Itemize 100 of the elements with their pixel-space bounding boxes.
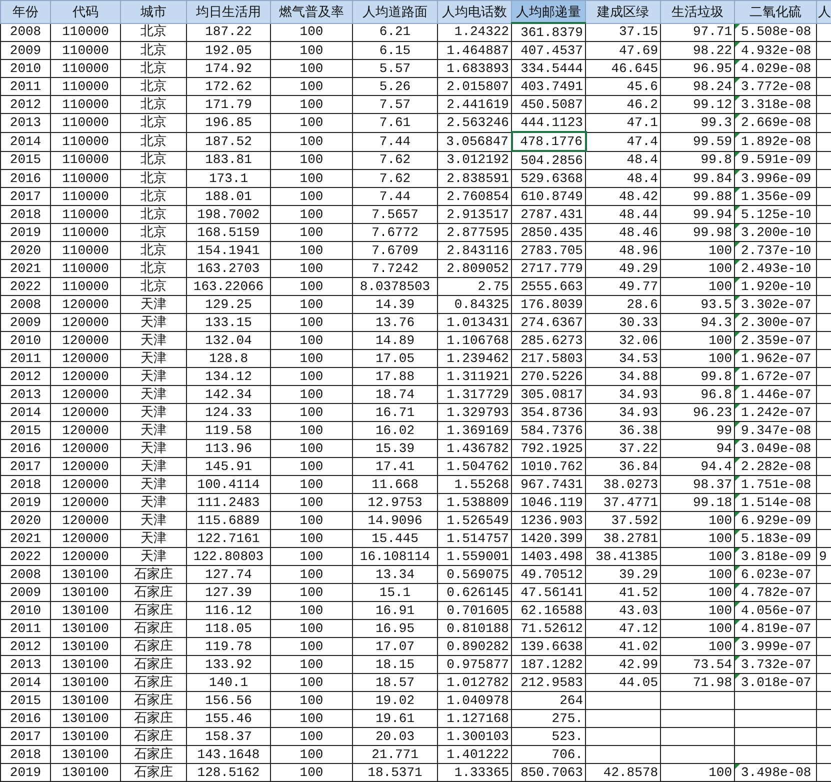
table-cell: 北京 [120, 78, 186, 96]
table-cell: 28.6 [586, 296, 660, 314]
table-cell: 石家庄 [120, 728, 186, 746]
table-cell: 100 [270, 386, 352, 404]
column-header[interactable]: 燃气普及率 [270, 0, 352, 23]
table-cell: 127.39 [186, 584, 270, 602]
table-cell: 110000 [50, 42, 120, 60]
table-cell: 2.877595 [438, 224, 512, 242]
table-cell: 49.29 [586, 260, 660, 278]
table-cell: 21.771 [352, 746, 438, 764]
table-cell: 7.44 [352, 132, 438, 151]
table-cell: 100 [660, 332, 734, 350]
column-header[interactable]: 人 [816, 0, 831, 23]
table-cell: 34.88 [586, 368, 660, 386]
table-cell: 2018 [0, 746, 50, 764]
table-cell: 100 [270, 332, 352, 350]
table-cell: 37.592 [586, 512, 660, 530]
column-header[interactable]: 均日生活用 [186, 0, 270, 23]
table-cell: 7.62 [352, 170, 438, 188]
column-header[interactable]: 建成区绿 [586, 0, 660, 23]
table-cell: 6.21 [352, 23, 438, 42]
table-cell: 100 [660, 530, 734, 548]
table-cell: 17.41 [352, 458, 438, 476]
table-cell: 14.9096 [352, 512, 438, 530]
table-cell: 100 [660, 602, 734, 620]
column-header[interactable]: 代码 [50, 0, 120, 23]
table-cell: 14.39 [352, 296, 438, 314]
table-cell: 171.79 [186, 96, 270, 114]
table-cell: 17.05 [352, 350, 438, 368]
table-cell: 天津 [120, 494, 186, 512]
table-cell: 176.8039 [512, 296, 586, 314]
table-cell: 99.84 [660, 170, 734, 188]
table-cell: 110000 [50, 96, 120, 114]
table-cell: 850.7063 [512, 764, 586, 782]
table-cell: 610.8749 [512, 188, 586, 206]
error-flag-icon [736, 96, 740, 101]
table-cell: 4.029e-08 [741, 60, 812, 76]
table-cell: 7.61 [352, 114, 438, 132]
table-cell: 1.242e-07 [741, 404, 812, 420]
table-cell: 99.18 [660, 494, 734, 512]
table-cell: 3.732e-07 [741, 656, 812, 672]
column-header[interactable]: 人均电话数 [438, 0, 512, 23]
table-cell: 2011 [0, 350, 50, 368]
table-cell: 11.668 [352, 476, 438, 494]
table-cell: 天津 [120, 368, 186, 386]
table-cell: 96.23 [660, 404, 734, 422]
table-cell: 100 [270, 656, 352, 674]
table-cell: 73.54 [660, 656, 734, 674]
table-cell: 47.12 [586, 620, 660, 638]
table-cell: 2019 [0, 494, 50, 512]
table-cell: 100 [270, 350, 352, 368]
table-cell: 100 [270, 422, 352, 440]
table-cell: 168.5159 [186, 224, 270, 242]
table-cell: 163.22066 [186, 278, 270, 296]
table-cell: 1.526549 [438, 512, 512, 530]
table-cell: 99.98 [660, 224, 734, 242]
table-cell: 北京 [120, 23, 186, 42]
table-cell: 174.92 [186, 60, 270, 78]
table-cell: 石家庄 [120, 638, 186, 656]
table-cell: 48.4 [586, 151, 660, 170]
table-cell: 15.39 [352, 440, 438, 458]
table-cell: 3.302e-07 [741, 296, 812, 312]
table-cell: 天津 [120, 476, 186, 494]
table-cell: 98.24 [660, 78, 734, 96]
table-cell: 1.436782 [438, 440, 512, 458]
table-cell: 13.34 [352, 566, 438, 584]
table-cell: 127.74 [186, 566, 270, 584]
table-cell: 4.932e-08 [741, 42, 812, 58]
table-cell: 2.015807 [438, 78, 512, 96]
table-cell: 1.683893 [438, 60, 512, 78]
table-cell: 37.4771 [586, 494, 660, 512]
column-header[interactable]: 年份 [0, 0, 50, 23]
table-cell: 2009 [0, 584, 50, 602]
table-cell: 18.57 [352, 674, 438, 692]
table-cell: 100 [660, 620, 734, 638]
table-cell: 4.782e-07 [741, 584, 812, 600]
table-cell: 100 [270, 494, 352, 512]
table-cell: 9.591e-09 [741, 152, 812, 168]
column-header[interactable]: 二氧化硫 [734, 0, 816, 23]
table-cell: 2.441619 [438, 96, 512, 114]
table-cell: 15.1 [352, 584, 438, 602]
table-cell: 石家庄 [120, 746, 186, 764]
table-cell: 2017 [0, 728, 50, 746]
table-cell: 16.108114 [352, 548, 438, 566]
table-cell: 2.563246 [438, 114, 512, 132]
table-cell: 100 [270, 78, 352, 96]
table-cell: 1.504762 [438, 458, 512, 476]
table-cell: 3.318e-08 [741, 96, 812, 112]
table-cell: 48.96 [586, 242, 660, 260]
column-header[interactable]: 城市 [120, 0, 186, 23]
column-header[interactable]: 人均道路面 [352, 0, 438, 23]
table-cell: 116.12 [186, 602, 270, 620]
table-cell: 2.493e-10 [741, 260, 812, 276]
error-flag-icon [736, 206, 740, 211]
column-header[interactable]: 人均邮递量 [512, 0, 586, 23]
table-cell: 110000 [50, 260, 120, 278]
table-cell: 99 [660, 422, 734, 440]
table-cell: 100 [270, 458, 352, 476]
table-cell: 1.514e-08 [741, 494, 812, 510]
column-header[interactable]: 生活垃圾 [660, 0, 734, 23]
